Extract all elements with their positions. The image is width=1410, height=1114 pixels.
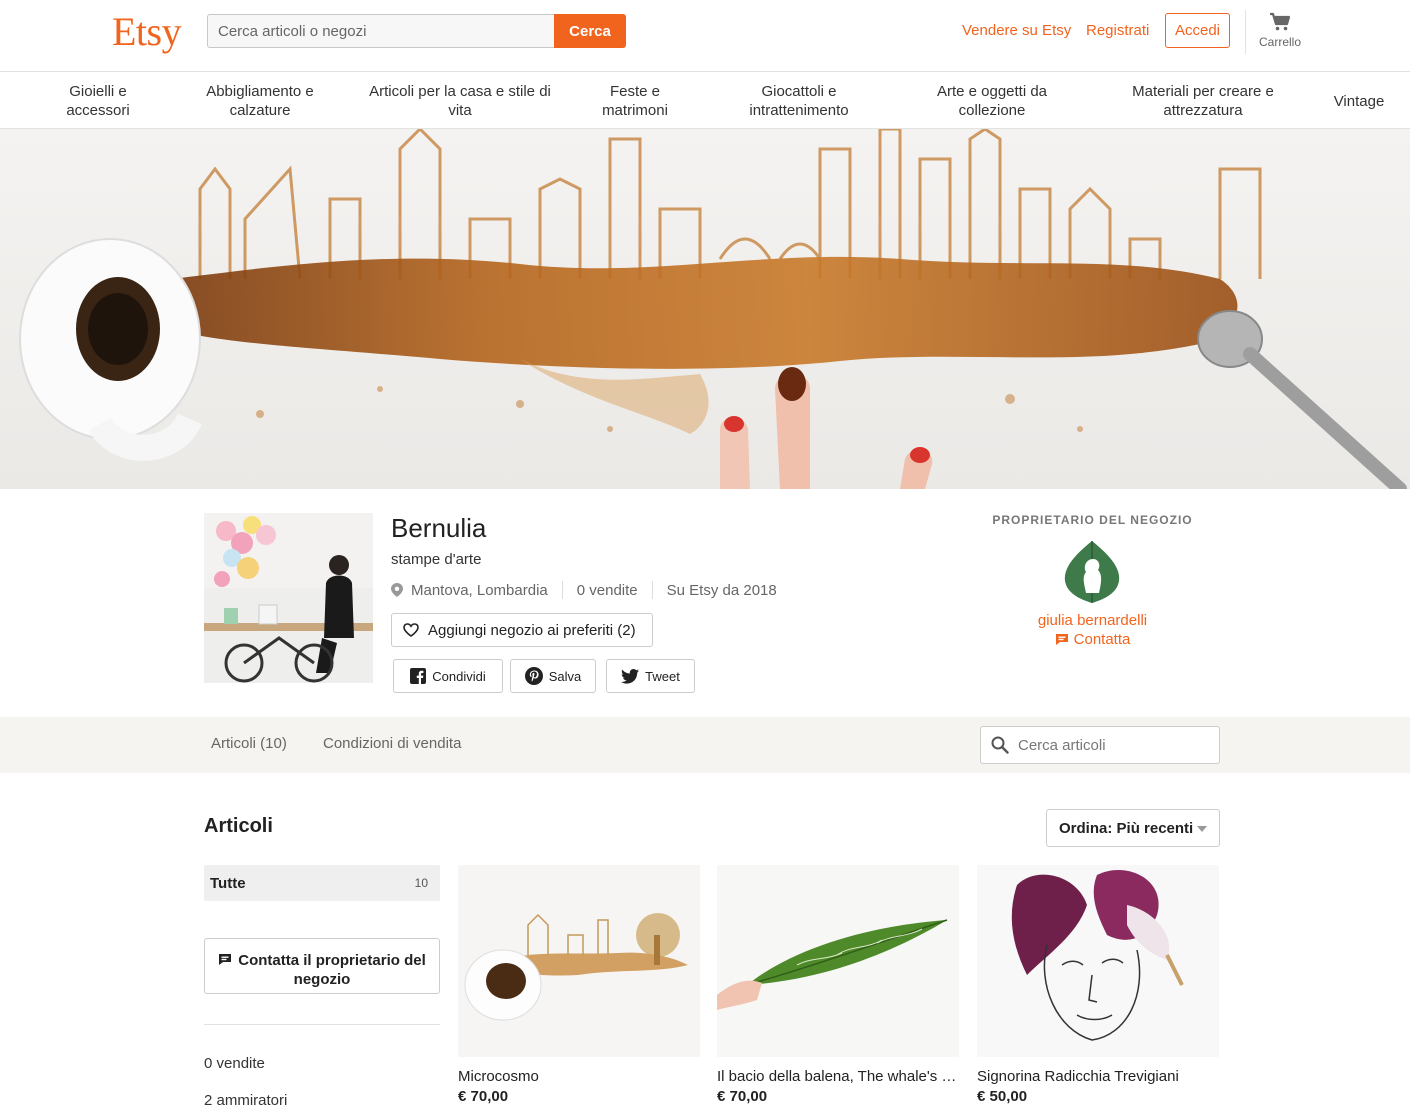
message-icon: [219, 954, 232, 965]
twitter-icon: [621, 668, 640, 684]
facebook-share-label: Condividi: [432, 668, 486, 684]
pinterest-save-button[interactable]: Salva: [510, 659, 596, 693]
section-filter-label: Tutte: [210, 874, 246, 892]
chevron-down-icon: [1197, 826, 1207, 832]
pinterest-save-label: Salva: [548, 668, 582, 684]
listing-price: € 70,00: [458, 1088, 509, 1105]
sidebar-divider: [204, 1024, 440, 1025]
pinterest-icon: [524, 667, 543, 685]
login-button[interactable]: Accedi: [1165, 13, 1230, 48]
listing-image[interactable]: [458, 865, 700, 1057]
contact-owner-label: Contatta il proprietario del negozio: [238, 952, 426, 988]
shop-sales: 0 vendite: [576, 581, 638, 599]
meta-divider: [561, 581, 563, 599]
shop-search-box: [980, 726, 1220, 764]
shop-owner-heading: PROPRIETARIO DEL NEGOZIO: [992, 513, 1193, 527]
shop-name: Bernulia: [391, 513, 487, 543]
global-search-input[interactable]: [207, 14, 554, 48]
category-toys[interactable]: Giocattoli e intrattenimento: [728, 82, 870, 120]
shop-avatar: [204, 513, 373, 683]
twitter-tweet-button[interactable]: Tweet: [606, 659, 695, 693]
facebook-icon: [410, 668, 427, 684]
twitter-tweet-label: Tweet: [645, 668, 680, 684]
sell-on-etsy-link[interactable]: Vendere su Etsy: [962, 22, 1071, 39]
category-craft-supplies[interactable]: Materiali per creare e attrezzatura: [1112, 82, 1294, 120]
facebook-share-button[interactable]: Condividi: [393, 659, 503, 693]
items-section-title: Articoli: [204, 815, 273, 837]
category-nav: Gioielli e accessori Abbigliamento e cal…: [0, 72, 1410, 129]
favorite-shop-button[interactable]: Aggiungi negozio ai preferiti (2): [391, 613, 653, 647]
favorite-shop-label: Aggiungi negozio ai preferiti (2): [428, 621, 636, 639]
listing-card[interactable]: Signorina Radicchia Trevigiani € 50,00: [977, 865, 1219, 1105]
category-jewelry[interactable]: Gioielli e accessori: [50, 82, 146, 120]
listing-image[interactable]: [977, 865, 1219, 1057]
shop-since: Su Etsy da 2018: [666, 581, 777, 599]
listing-card[interactable]: Microcosmo € 70,00: [458, 865, 700, 1105]
tab-policies[interactable]: Condizioni di vendita: [323, 735, 461, 752]
cart-icon: [1270, 12, 1291, 31]
register-link[interactable]: Registrati: [1086, 22, 1149, 39]
owner-contact-link[interactable]: Contatta: [965, 631, 1220, 648]
sort-value: Più recenti: [1116, 819, 1194, 837]
listing-price: € 50,00: [977, 1088, 1028, 1105]
shop-search-input[interactable]: [1018, 736, 1208, 754]
category-vintage[interactable]: Vintage: [1326, 92, 1392, 111]
shop-location: Mantova, Lombardia: [411, 581, 548, 599]
category-art[interactable]: Arte e oggetti da collezione: [912, 82, 1072, 120]
sort-label: Ordina:: [1059, 819, 1113, 837]
site-header: Etsy Cerca Vendere su Etsy Registrati Ac…: [0, 0, 1410, 72]
sort-dropdown[interactable]: Ordina: Più recenti: [1046, 809, 1220, 847]
listing-title[interactable]: Microcosmo: [458, 1068, 700, 1085]
shop-banner-image: [0, 129, 1410, 489]
category-weddings[interactable]: Feste e matrimoni: [590, 82, 680, 120]
listing-card[interactable]: Il bacio della balena, The whale's kiss …: [717, 865, 959, 1105]
contact-owner-button[interactable]: Contatta il proprietario del negozio: [204, 938, 440, 994]
sidebar-sales-count: 0 vendite: [204, 1055, 265, 1072]
category-home-living[interactable]: Articoli per la casa e stile di vita: [358, 82, 562, 120]
location-pin-icon: [391, 583, 403, 597]
etsy-logo[interactable]: Etsy: [112, 8, 182, 55]
shop-meta: Mantova, Lombardia 0 vendite Su Etsy da …: [391, 581, 777, 599]
section-filter-count: 10: [414, 876, 428, 890]
header-divider: [1245, 10, 1246, 54]
search-icon: [991, 736, 1009, 754]
owner-contact-label: Contatta: [1073, 631, 1131, 648]
sidebar-admirers-link[interactable]: 2 ammiratori: [204, 1092, 287, 1109]
listing-image[interactable]: [717, 865, 959, 1057]
cart-button[interactable]: Carrello: [1253, 12, 1307, 49]
owner-name-link[interactable]: giulia bernardelli: [965, 612, 1220, 629]
message-icon: [1055, 634, 1068, 645]
listing-title[interactable]: Signorina Radicchia Trevigiani: [977, 1068, 1219, 1085]
listing-title[interactable]: Il bacio della balena, The whale's kiss: [717, 1068, 959, 1085]
global-search: Cerca: [207, 14, 626, 48]
owner-avatar[interactable]: [1059, 539, 1125, 605]
shop-tabs-bar: Articoli (10) Condizioni di vendita: [0, 717, 1410, 773]
tab-items[interactable]: Articoli (10): [211, 735, 287, 752]
cart-label: Carrello: [1258, 35, 1301, 49]
section-filter-all[interactable]: Tutte 10: [204, 865, 440, 901]
heart-icon: [403, 623, 419, 637]
shop-tagline: stampe d'arte: [391, 551, 482, 568]
global-search-button[interactable]: Cerca: [554, 14, 626, 48]
category-clothing[interactable]: Abbigliamento e calzature: [190, 82, 330, 120]
meta-divider: [651, 581, 653, 599]
listing-price: € 70,00: [717, 1088, 768, 1105]
